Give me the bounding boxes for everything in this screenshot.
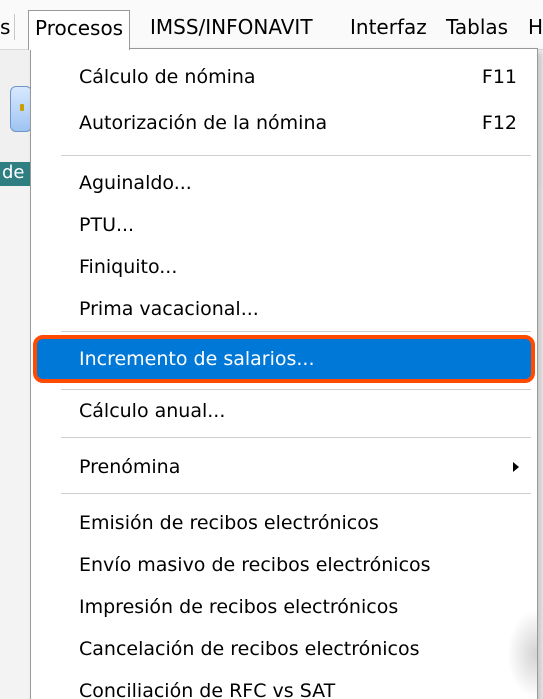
menu-item-label: Envío masivo de recibos electrónicos [79,554,431,576]
menu-item-label: IMSS/INFONAVIT [150,15,313,39]
menu-item-prenomina[interactable]: Prenómina [35,447,531,487]
menu-item-partial-right[interactable]: H [522,10,543,46]
procesos-dropdown: Cálculo de nómina F11 Autorización de la… [30,48,538,699]
menu-item-label: Prenómina [79,456,181,478]
menu-interfaz[interactable]: Interfaz [344,10,433,46]
menu-item-envio-masivo[interactable]: Envío masivo de recibos electrónicos [35,545,531,585]
menu-item-autorizacion-nomina[interactable]: Autorización de la nómina F12 [35,103,531,143]
menu-item-calculo-nomina[interactable]: Cálculo de nómina F11 [35,57,531,97]
menu-item-label: Impresión de recibos electrónicos [79,596,399,618]
menu-item-label: PTU... [79,214,135,236]
menu-item-label: s [0,15,11,39]
menu-item-label: Cancelación de recibos electrónicos [79,638,420,660]
menu-item-shortcut: F11 [481,66,517,88]
menu-item-label: Prima vacacional... [79,298,259,320]
menu-imss-infonavit[interactable]: IMSS/INFONAVIT [144,10,319,46]
menu-item-label: Autorización de la nómina [79,112,328,134]
menu-separator [61,331,531,332]
menu-bar: s Procesos IMSS/INFONAVIT Interfaz Tabla… [0,0,543,50]
menu-item-label: Emisión de recibos electrónicos [79,512,379,534]
menu-item-calculo-anual[interactable]: Cálculo anual... [35,391,531,431]
menu-item-impresion-recibos[interactable]: Impresión de recibos electrónicos [35,587,531,627]
menu-item-ptu[interactable]: PTU... [35,205,531,245]
menu-item-shortcut: F12 [481,112,517,134]
menu-procesos[interactable]: Procesos [28,10,131,50]
menubar-separator [14,14,15,40]
menu-item-label: Incremento de salarios... [79,348,315,370]
menu-item-cancelacion-recibos[interactable]: Cancelación de recibos electrónicos [35,629,531,669]
menu-separator [61,437,531,438]
app-window: de s Procesos IMSS/INFONAVIT Interfaz Ta… [0,0,543,699]
menu-item-aguinaldo[interactable]: Aguinaldo... [35,163,531,203]
menu-item-label: Conciliación de RFC vs SAT [79,680,336,699]
menu-item-finiquito[interactable]: Finiquito... [35,247,531,287]
submenu-arrow-icon [513,462,519,472]
menu-item-label: Tablas [446,15,509,39]
menu-separator [61,389,531,390]
menu-item-label: H [528,15,543,39]
toolbar-button-icon [20,104,24,111]
menu-separator [61,155,531,156]
title-strip-text: de [2,162,25,183]
menu-item-label: Aguinaldo... [79,172,192,194]
menu-tablas[interactable]: Tablas [440,10,514,46]
menu-item-prima-vacacional[interactable]: Prima vacacional... [35,289,531,329]
menu-item-label: Procesos [35,16,124,40]
menu-item-label: Interfaz [350,15,427,39]
menu-item-label: Cálculo anual... [79,400,226,422]
menu-item-emision-recibos[interactable]: Emisión de recibos electrónicos [35,503,531,543]
menu-item-conciliacion-rfc[interactable]: Conciliación de RFC vs SAT [35,671,531,699]
menu-separator [61,493,531,494]
menu-item-label: Finiquito... [79,256,178,278]
menu-item-label: Cálculo de nómina [79,66,256,88]
scroll-shadow [507,609,537,699]
menu-item-incremento-salarios[interactable]: Incremento de salarios... [35,339,531,379]
